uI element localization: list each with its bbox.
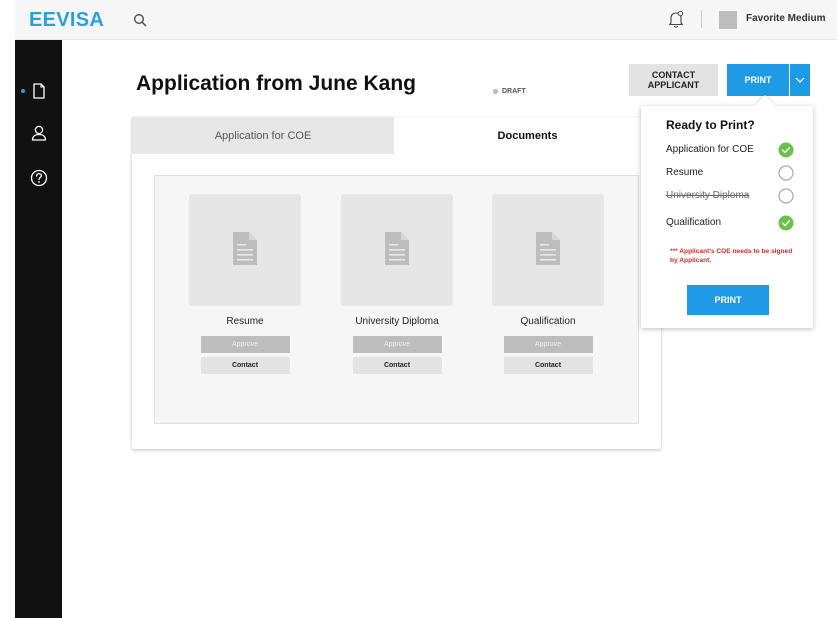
check-icon (778, 215, 794, 231)
help-icon[interactable] (29, 168, 49, 188)
contact-button[interactable]: Contact (503, 357, 593, 374)
documents-panel: Resume Approve Contact University Diplom… (154, 175, 639, 424)
popover-title: Ready to Print? (666, 118, 755, 132)
checklist-label: Resume (666, 167, 704, 178)
print-dropdown-button[interactable] (790, 64, 810, 96)
status-dot (493, 89, 498, 94)
document-name: University Diploma (355, 316, 439, 327)
tab-application-for-coe[interactable]: Application for COE (132, 117, 394, 154)
warning-message: *** Applicant's COE needs to be signed b… (670, 248, 793, 264)
search-icon[interactable] (133, 13, 147, 27)
document-thumbnail[interactable] (492, 194, 604, 306)
file-icon (385, 232, 409, 265)
app-logo[interactable]: EEVISA (29, 9, 104, 32)
document-thumbnail[interactable] (341, 194, 453, 306)
checklist-label: University Diploma (666, 190, 750, 201)
checklist-item: Application for COE (666, 142, 796, 158)
approve-button[interactable]: Approve (503, 336, 593, 353)
checklist-label: Application for COE (666, 144, 754, 155)
approve-button[interactable]: Approve (200, 336, 290, 353)
avatar[interactable] (719, 11, 737, 29)
ready-to-print-popover: Ready to Print? Application for COE Resu… (641, 106, 813, 328)
page-title: Application from June Kang (136, 72, 417, 95)
chevron-down-icon (795, 77, 805, 83)
user-icon[interactable] (29, 123, 49, 143)
empty-circle-icon (778, 188, 794, 204)
contact-label-line1: CONTACT (651, 70, 696, 80)
file-icon (233, 232, 257, 265)
tab-documents[interactable]: Documents (394, 117, 661, 154)
checklist-label: Qualification (666, 217, 722, 228)
top-bar: EEVISA Favorite Medium (15, 0, 837, 40)
document-card-qualification: Qualification Approve Contact (492, 194, 604, 374)
document-card-resume: Resume Approve Contact (189, 194, 301, 374)
checklist-item: University Diploma (666, 188, 796, 204)
checklist-item: Qualification (666, 215, 796, 231)
document-icon[interactable] (29, 81, 49, 101)
document-card-university-diploma: University Diploma Approve Contact (341, 194, 453, 374)
status-label: DRAFT (502, 88, 526, 95)
active-indicator (21, 89, 25, 93)
document-thumbnail[interactable] (189, 194, 301, 306)
bell-icon[interactable] (667, 10, 685, 29)
contact-button[interactable]: Contact (352, 357, 442, 374)
empty-circle-icon (778, 165, 794, 181)
file-icon (536, 232, 560, 265)
document-name: Qualification (520, 316, 576, 327)
contact-applicant-button[interactable]: CONTACT APPLICANT (629, 64, 718, 96)
contact-button[interactable]: Contact (200, 357, 290, 374)
approve-button[interactable]: Approve (352, 336, 442, 353)
contact-label-line2: APPLICANT (647, 80, 700, 90)
check-icon (778, 142, 794, 158)
status-badge: DRAFT (493, 88, 526, 95)
user-name[interactable]: Favorite Medium (746, 13, 825, 24)
checklist-item: Resume (666, 165, 796, 181)
sidebar (15, 40, 62, 618)
topbar-divider (701, 10, 702, 28)
document-name: Resume (226, 316, 264, 327)
print-button[interactable]: PRINT (727, 64, 789, 96)
popover-print-button[interactable]: PRINT (687, 285, 769, 315)
